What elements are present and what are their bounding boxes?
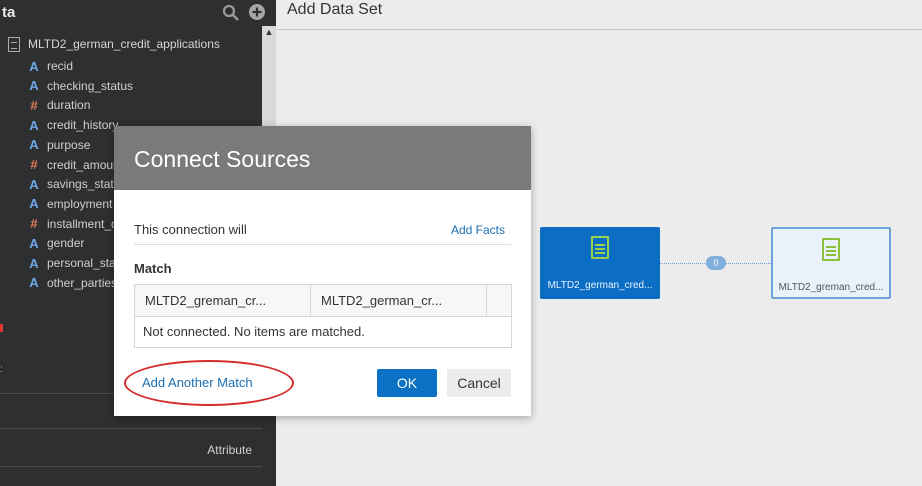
dataset-label: MLTD2_german_credit_applications — [28, 37, 220, 51]
attribute-icon: A — [29, 78, 39, 94]
measure-icon: # — [30, 157, 38, 172]
match-column-left[interactable]: MLTD2_greman_cr... — [135, 285, 311, 317]
add-another-match-button[interactable]: Add Another Match — [134, 370, 261, 396]
match-heading: Match — [134, 261, 172, 276]
match-column-right[interactable]: MLTD2_german_cr... — [311, 285, 487, 317]
cancel-button[interactable]: Cancel — [447, 369, 511, 397]
column-item[interactable]: Acredit_history — [27, 116, 118, 134]
header-divider — [277, 29, 922, 30]
divider — [0, 466, 262, 467]
divider — [134, 244, 511, 245]
column-item[interactable]: Arecid — [27, 57, 73, 75]
colon-marker: : — [0, 364, 3, 375]
document-icon — [591, 236, 609, 259]
match-table-header: MLTD2_greman_cr... MLTD2_german_cr... — [135, 285, 511, 317]
empty-match-message: Not connected. No items are matched. — [143, 324, 365, 339]
dataset-node-right[interactable]: MLTD2_greman_cred... — [771, 227, 891, 299]
match-table: MLTD2_greman_cr... MLTD2_german_cr... No… — [134, 284, 512, 348]
scroll-up-icon[interactable]: ▲ — [263, 26, 275, 38]
connection-count-badge[interactable]: 0 — [706, 256, 726, 270]
column-label: purpose — [47, 137, 91, 152]
attribute-icon: A — [29, 255, 39, 271]
column-item[interactable]: Asavings_status — [27, 175, 126, 193]
page-title: Add Data Set — [287, 1, 383, 18]
node-label: MLTD2_german_cred... — [547, 280, 653, 291]
attribute-icon: A — [29, 275, 39, 291]
column-label: other_parties — [47, 275, 118, 290]
document-icon — [8, 36, 20, 52]
column-item[interactable]: Aemployment — [27, 195, 112, 213]
column-item[interactable]: Aother_parties — [27, 274, 117, 292]
connection-description: This connection will — [134, 222, 247, 237]
match-column-actions — [487, 285, 511, 317]
column-item[interactable]: # credit_amount — [27, 156, 123, 174]
measure-icon: # — [30, 216, 38, 232]
column-item[interactable]: # duration — [27, 96, 90, 114]
attribute-icon: A — [29, 176, 39, 192]
column-label: checking_status — [47, 78, 134, 93]
column-label: recid — [47, 59, 74, 73]
document-icon — [822, 238, 840, 261]
error-marker — [0, 324, 3, 332]
connect-sources-dialog: Connect Sources This connection will Add… — [114, 126, 531, 416]
dialog-title: Connect Sources — [134, 146, 311, 172]
data-panel-header: ta — [0, 0, 265, 26]
divider — [0, 428, 262, 429]
column-label: credit_amount — [47, 157, 124, 172]
column-item[interactable]: Achecking_status — [27, 77, 133, 95]
column-item[interactable]: Agender — [27, 234, 84, 252]
attribute-icon: A — [29, 117, 39, 133]
panel-title: ta — [2, 4, 16, 21]
column-item[interactable]: Apurpose — [27, 136, 90, 154]
dialog-header: Connect Sources — [114, 126, 531, 190]
attribute-icon: A — [29, 196, 39, 212]
add-icon[interactable] — [248, 3, 266, 21]
attribute-label: Attribute — [207, 443, 252, 457]
node-label: MLTD2_greman_cred... — [778, 282, 884, 293]
column-label: gender — [47, 236, 85, 251]
column-label: credit_history — [47, 118, 119, 133]
search-icon[interactable] — [222, 4, 240, 22]
measure-icon: # — [30, 97, 38, 113]
attribute-icon: A — [29, 235, 39, 251]
dataset-item[interactable]: MLTD2_german_credit_applications — [8, 35, 220, 53]
attribute-icon: A — [29, 58, 39, 74]
column-label: employment — [47, 196, 113, 211]
ok-button[interactable]: OK — [377, 369, 437, 397]
column-label: duration — [47, 98, 91, 113]
attribute-icon: A — [29, 137, 39, 153]
add-facts-link[interactable]: Add Facts — [451, 223, 505, 237]
dataset-node-left[interactable]: MLTD2_german_cred... — [540, 227, 660, 299]
